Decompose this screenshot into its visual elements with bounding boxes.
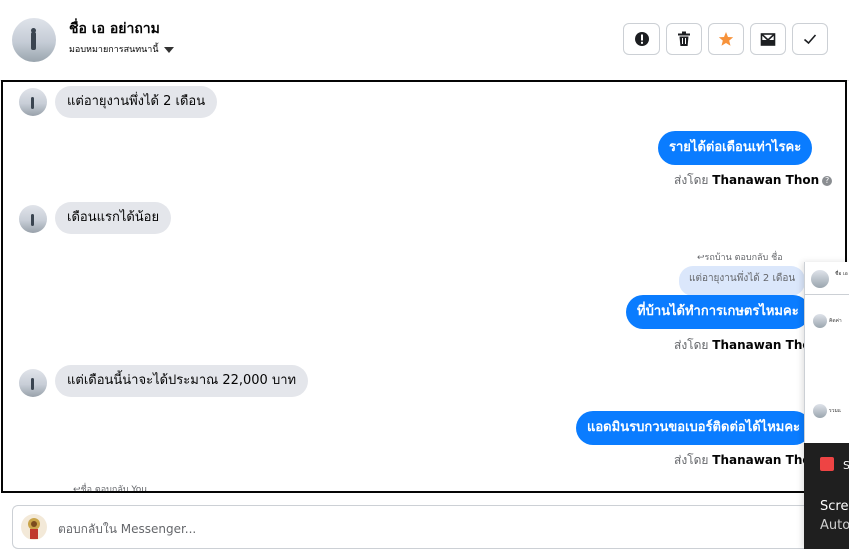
report-icon — [634, 32, 649, 46]
assign-conversation-dropdown[interactable]: มอบหมายการสนทนานี้ — [69, 42, 174, 56]
contact-avatar-mini — [813, 404, 827, 418]
quoted-message[interactable]: แต่อายุงานพึ่งได้ 2 เดือน — [679, 266, 806, 296]
contact-avatar-small[interactable] — [19, 205, 47, 233]
check-icon — [803, 34, 817, 45]
info-icon[interactable]: ? — [822, 175, 833, 186]
reply-input-placeholder: ตอบกลับใน Messenger... — [58, 522, 197, 536]
caret-down-icon — [163, 46, 174, 53]
assign-label: มอบหมายการสนทนานี้ — [69, 45, 159, 55]
contact-avatar-small[interactable] — [19, 369, 47, 397]
mark-done-button[interactable] — [792, 23, 828, 55]
outgoing-message[interactable]: แอดมินรบกวนขอเบอร์ติดต่อได้ไหมคะ — [576, 411, 812, 445]
sent-by-label: ส่งโดย Thanawan Thon — [674, 338, 820, 352]
notification-body: Auto — [820, 518, 849, 533]
trash-icon — [678, 31, 690, 46]
reply-indicator: ↩ชื่อ ตอบกลับ You — [73, 485, 147, 493]
message-thread[interactable]: แต่อายุงานพึ่งได้ 2 เดือน รายได้ต่อเดือน… — [1, 80, 847, 493]
mark-unread-icon — [760, 33, 776, 46]
outgoing-message[interactable]: ที่บ้านได้ทำการเกษตรไหมคะ — [626, 295, 810, 329]
delete-button[interactable] — [666, 23, 702, 55]
conversation-header: ชื่อ เอ อย่าถาม มอบหมายการสนทนานี้ — [0, 0, 849, 81]
outgoing-message[interactable]: รายได้ต่อเดือนเท่าไรคะ — [658, 131, 813, 165]
popup-contact-label: ชื่อ เอ — [835, 271, 848, 277]
popup-message: คิดค่า — [829, 318, 842, 324]
report-button[interactable] — [623, 23, 660, 55]
sent-by-label: ส่งโดย Thanawan Thon — [674, 453, 820, 467]
contact-name[interactable]: ชื่อ เอ อย่าถาม — [69, 18, 160, 40]
contact-avatar-mini — [811, 270, 829, 288]
app-icon — [820, 457, 834, 471]
incoming-message[interactable]: แต่เดือนนี้น่าจะได้ประมาณ 22,000 บาท — [55, 365, 309, 397]
contact-avatar-mini — [813, 314, 827, 328]
sent-by-label: ส่งโดย Thanawan Thon? — [674, 171, 833, 190]
incoming-message[interactable]: แต่อายุงานพึ่งได้ 2 เดือน — [55, 86, 218, 118]
system-notification[interactable]: S Scree Auto — [804, 443, 849, 549]
page-avatar — [21, 514, 47, 540]
notification-app-label: S — [843, 459, 849, 472]
reply-indicator: ↩รถบ้าน ตอบกลับ ชื่อ — [697, 253, 783, 263]
reply-composer[interactable]: ตอบกลับใน Messenger... — [12, 505, 849, 549]
star-icon — [718, 32, 734, 46]
notification-title: Scree — [820, 499, 849, 514]
contact-avatar-small[interactable] — [19, 88, 47, 116]
incoming-message[interactable]: เดือนแรกได้น้อย — [55, 202, 172, 234]
mark-unread-button[interactable] — [750, 23, 786, 55]
action-toolbar — [623, 23, 828, 55]
star-button[interactable] — [708, 23, 744, 55]
popup-message: รวมแ — [829, 408, 842, 414]
contact-avatar[interactable] — [12, 18, 56, 62]
